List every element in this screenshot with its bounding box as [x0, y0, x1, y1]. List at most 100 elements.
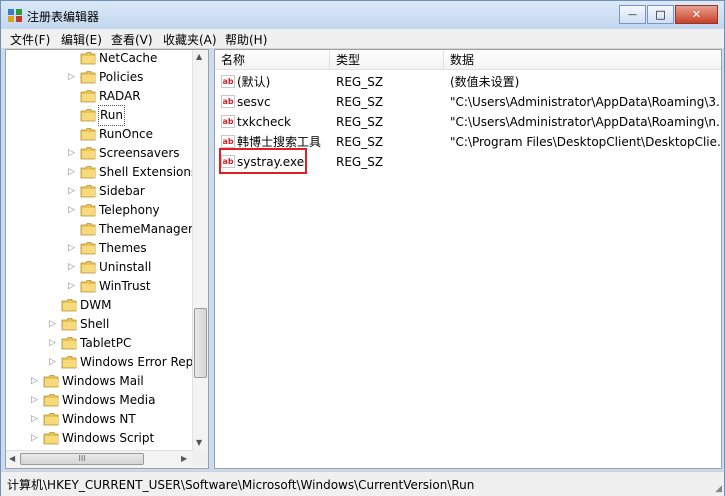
- string-value-icon: ab: [221, 115, 235, 128]
- folder-icon: [61, 337, 77, 350]
- expand-arrow-icon[interactable]: ▷: [68, 144, 77, 163]
- tree-item[interactable]: NetCache: [6, 50, 192, 68]
- menu-favorites[interactable]: 收藏夹(A): [163, 31, 217, 48]
- registry-value-row[interactable]: ab (默认) REG_SZ (数值未设置): [215, 72, 721, 92]
- key-tree-pane[interactable]: NetCache ▷ Policies RADAR Run RunOnce ▷ Screens…: [5, 49, 209, 469]
- folder-icon: [43, 413, 59, 426]
- tree-item-label[interactable]: Shell: [80, 315, 109, 334]
- tree-item-label[interactable]: ThemeManager: [99, 220, 193, 239]
- scroll-right-icon[interactable]: ▶: [181, 454, 187, 463]
- tree-item[interactable]: ▷ Shell: [6, 315, 192, 334]
- tree-item-label[interactable]: Telephony: [99, 201, 160, 220]
- tree-item[interactable]: ▷ Uninstall: [6, 258, 192, 277]
- tree-item[interactable]: ▷ Telephony: [6, 201, 192, 220]
- expand-arrow-icon[interactable]: ▷: [31, 429, 40, 448]
- tree-item-label[interactable]: Windows Script: [62, 429, 154, 448]
- registry-value-row[interactable]: ab sesvc REG_SZ "C:\Users\Administrator\App…: [215, 92, 721, 112]
- tree-item-label[interactable]: TabletPC: [80, 334, 131, 353]
- tree-item-label[interactable]: Windows Mail: [62, 372, 144, 391]
- expand-arrow-icon[interactable]: ▷: [68, 277, 77, 296]
- tree-item[interactable]: ▷ Windows Error Repo: [6, 353, 201, 372]
- expand-arrow-icon[interactable]: ▷: [49, 353, 58, 372]
- minimize-button[interactable]: —: [619, 5, 646, 24]
- expand-arrow-icon[interactable]: ▷: [68, 201, 77, 220]
- menu-help[interactable]: 帮助(H): [225, 31, 267, 48]
- tree-item[interactable]: ▷ Screensavers: [6, 144, 192, 163]
- tree-item-label[interactable]: Shell Extensions: [99, 163, 197, 182]
- tree-vertical-scrollbar[interactable]: ▲ ▼: [192, 50, 208, 450]
- tree-item-label[interactable]: DWM: [80, 296, 111, 315]
- tree-item-label[interactable]: Run: [97, 105, 126, 126]
- expand-arrow-icon[interactable]: ▷: [31, 391, 40, 410]
- resize-grip-icon[interactable]: ◢: [715, 484, 722, 494]
- tree-item[interactable]: ThemeManager: [6, 220, 193, 239]
- expand-arrow-icon[interactable]: ▷: [31, 410, 40, 429]
- value-type: REG_SZ: [336, 135, 384, 149]
- tree-item[interactable]: ▷ Themes: [6, 239, 192, 258]
- tree-item[interactable]: ▷ Windows Mail: [6, 372, 192, 391]
- menu-view[interactable]: 查看(V): [111, 31, 153, 48]
- tree-item-label[interactable]: WinTrust: [99, 277, 151, 296]
- folder-icon: [80, 280, 96, 293]
- close-button[interactable]: ✕: [675, 5, 718, 24]
- tree-item-label[interactable]: Windows NT: [62, 410, 136, 429]
- tree-item[interactable]: ▷ TabletPC: [6, 334, 192, 353]
- expand-arrow-icon[interactable]: ▷: [68, 68, 77, 87]
- tree-item-label[interactable]: RADAR: [99, 87, 141, 106]
- tree-vertical-scroll-thumb[interactable]: [194, 308, 207, 378]
- tree-item-label[interactable]: Themes: [99, 239, 147, 258]
- column-header-data[interactable]: 数据: [444, 50, 721, 70]
- column-header-name[interactable]: 名称: [215, 50, 330, 70]
- folder-icon: [80, 185, 96, 198]
- scroll-left-icon[interactable]: ◀: [9, 454, 15, 463]
- value-name: (默认): [237, 75, 271, 89]
- tree-item[interactable]: RunOnce: [6, 125, 192, 144]
- registry-value-row[interactable]: ab txkcheck REG_SZ "C:\Users\Administrator\…: [215, 112, 721, 132]
- column-header-type[interactable]: 类型: [330, 50, 444, 70]
- folder-icon: [80, 261, 96, 274]
- tree-item-label[interactable]: Screensavers: [99, 144, 180, 163]
- values-pane[interactable]: 名称 类型 数据 ab (默认) REG_SZ (数值未设置) ab sesvc REG_S…: [214, 49, 722, 469]
- tree-item-label[interactable]: Sidebar: [99, 182, 145, 201]
- expand-arrow-icon[interactable]: ▷: [68, 239, 77, 258]
- tree-item[interactable]: RADAR: [6, 87, 192, 106]
- expand-arrow-icon[interactable]: ▷: [68, 182, 77, 201]
- value-type: REG_SZ: [336, 75, 384, 89]
- tree-item[interactable]: ▷ WinTrust: [6, 277, 192, 296]
- value-type: REG_SZ: [336, 115, 384, 129]
- value-name: txkcheck: [237, 115, 291, 129]
- expand-arrow-icon[interactable]: ▷: [49, 315, 58, 334]
- string-value-icon: ab: [221, 95, 235, 108]
- expand-arrow-icon[interactable]: ▷: [68, 258, 77, 277]
- tree-item-label[interactable]: Policies: [99, 68, 143, 87]
- folder-icon: [80, 109, 96, 122]
- tree-item[interactable]: ▷ Windows NT: [6, 410, 192, 429]
- menu-edit[interactable]: 编辑(E): [61, 31, 102, 48]
- folder-icon: [80, 147, 96, 160]
- menu-file[interactable]: 文件(F): [10, 31, 50, 48]
- expand-arrow-icon[interactable]: ▷: [31, 372, 40, 391]
- tree-item[interactable]: DWM: [6, 296, 192, 315]
- expand-arrow-icon[interactable]: ▷: [68, 163, 77, 182]
- tree-item[interactable]: ▷ Windows Script: [6, 429, 192, 448]
- tree-horizontal-scrollbar[interactable]: ◀ III ▶: [6, 450, 192, 468]
- tree-item-label[interactable]: RunOnce: [99, 125, 153, 144]
- tree-item-label[interactable]: Windows Media: [62, 391, 155, 410]
- tree-horizontal-scroll-thumb[interactable]: III: [20, 453, 144, 465]
- tree-item[interactable]: ▷ Windows Media: [6, 391, 192, 410]
- status-path: 计算机\HKEY_CURRENT_USER\Software\Microsoft…: [7, 478, 475, 492]
- maximize-button[interactable]: □: [647, 5, 674, 24]
- scroll-up-icon[interactable]: ▲: [196, 52, 202, 61]
- minimize-icon: —: [628, 9, 637, 20]
- expand-arrow-icon[interactable]: ▷: [49, 334, 58, 353]
- tree-item[interactable]: Run: [6, 105, 192, 126]
- scroll-down-icon[interactable]: ▼: [196, 438, 202, 447]
- tree-item[interactable]: ▷ Sidebar: [6, 182, 192, 201]
- tree-item[interactable]: ▷ Shell Extensions: [6, 163, 197, 182]
- highlight-box: [219, 148, 307, 174]
- title-bar[interactable]: 注册表编辑器 — □ ✕: [1, 1, 724, 29]
- tree-item[interactable]: ▷ Policies: [6, 68, 192, 87]
- tree-item-label[interactable]: Uninstall: [99, 258, 151, 277]
- tree-item-label[interactable]: Windows Error Repo: [80, 353, 201, 372]
- tree-item-label[interactable]: NetCache: [99, 50, 157, 68]
